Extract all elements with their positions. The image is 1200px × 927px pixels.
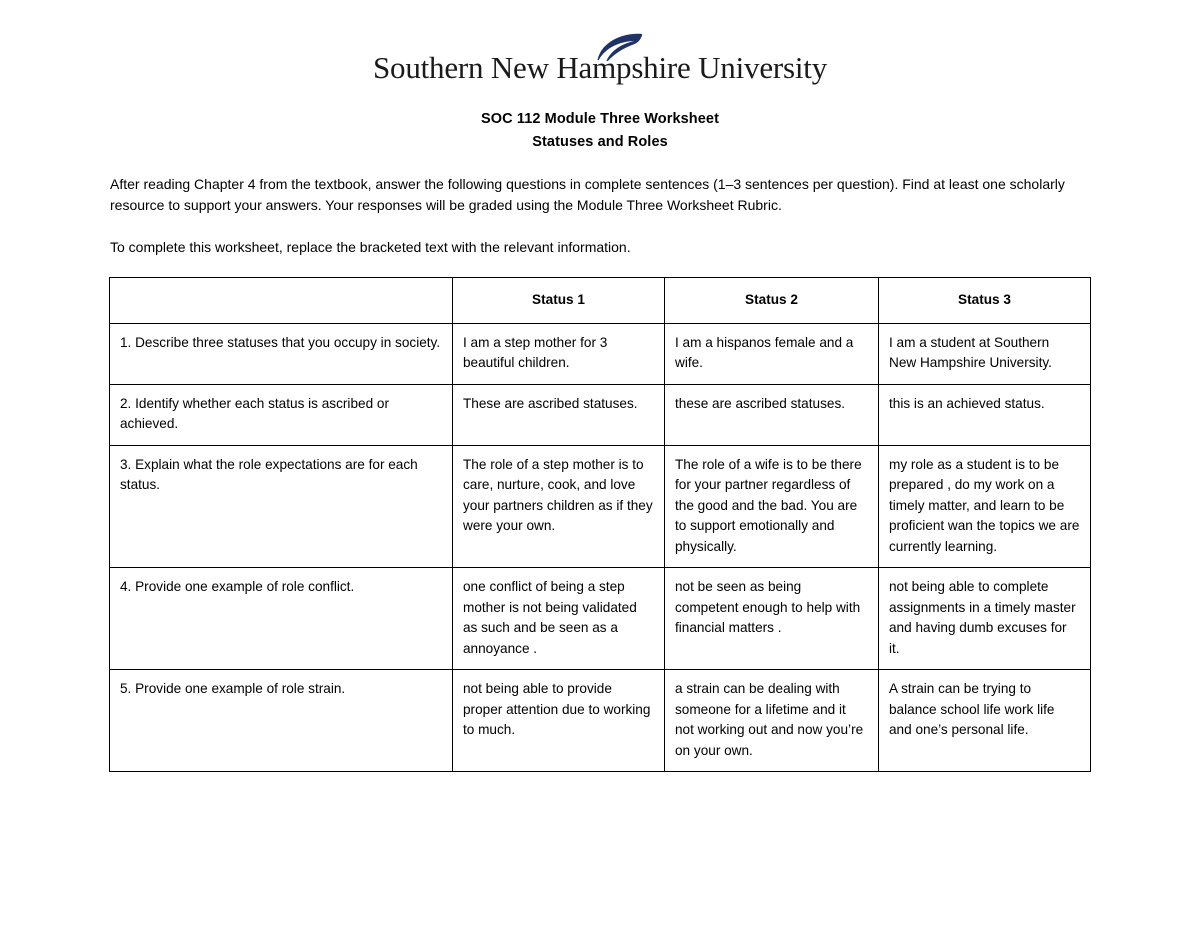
question-cell-5: 5. Provide one example of role strain.: [109, 669, 453, 772]
answer-cell-2-status-3[interactable]: this is an achieved status.: [878, 383, 1091, 446]
question-cell-1: 1. Describe three statuses that you occu…: [109, 322, 453, 385]
answer-cell-4-status-1[interactable]: one conflict of being a step mother is n…: [452, 567, 665, 670]
question-cell-4: 4. Provide one example of role conflict.: [109, 567, 453, 670]
document-page: Southern New Hampshire University SOC 11…: [0, 0, 1200, 927]
table-row: 1. Describe three statuses that you occu…: [109, 322, 1091, 385]
answer-cell-3-status-2[interactable]: The role of a wife is to be there for yo…: [664, 444, 879, 568]
answer-cell-1-status-1[interactable]: I am a step mother for 3 beautiful child…: [452, 322, 665, 385]
worksheet-table-wrap: Status 1 Status 2 Status 3 1. Describe t…: [109, 277, 1091, 772]
answer-cell-3-status-1[interactable]: The role of a step mother is to care, nu…: [452, 444, 665, 568]
table-header-row: Status 1 Status 2 Status 3: [109, 277, 1091, 324]
university-logo-text: Southern New Hampshire University: [372, 50, 827, 85]
logo-wrap: Southern New Hampshire University: [372, 33, 827, 85]
worksheet-table: Status 1 Status 2 Status 3 1. Describe t…: [109, 277, 1091, 772]
answer-cell-3-status-3[interactable]: my role as a student is to be prepared ,…: [878, 444, 1091, 568]
page-title: SOC 112 Module Three Worksheet: [480, 111, 720, 127]
answer-cell-1-status-3[interactable]: I am a student at Southern New Hampshire…: [878, 322, 1091, 385]
table-header-status-2: Status 2: [664, 277, 879, 324]
table-row: 2. Identify whether each status is ascri…: [109, 383, 1091, 446]
intro-paragraph-2: To complete this worksheet, replace the …: [110, 239, 631, 255]
table-row: 3. Explain what the role expectations ar…: [109, 444, 1091, 568]
answer-cell-1-status-2[interactable]: I am a hispanos female and a wife.: [664, 322, 879, 385]
university-logo: Southern New Hampshire University: [0, 33, 1200, 85]
table-header-status-1: Status 1: [452, 277, 665, 324]
question-cell-2: 2. Identify whether each status is ascri…: [109, 383, 453, 446]
answer-cell-5-status-3[interactable]: A strain can be trying to balance school…: [878, 669, 1091, 772]
table-header-status-3: Status 3: [878, 277, 1091, 324]
question-cell-3: 3. Explain what the role expectations ar…: [109, 444, 453, 568]
page-subtitle: Statuses and Roles: [532, 134, 668, 150]
answer-cell-2-status-1[interactable]: These are ascribed statuses.: [452, 383, 665, 446]
table-header-blank: [109, 277, 453, 324]
intro-paragraph-1: After reading Chapter 4 from the textboo…: [110, 176, 1065, 213]
answer-cell-5-status-2[interactable]: a strain can be dealing with someone for…: [664, 669, 879, 772]
answer-cell-4-status-3[interactable]: not being able to complete assignments i…: [878, 567, 1091, 670]
table-row: 5. Provide one example of role strain. n…: [109, 669, 1091, 772]
answer-cell-5-status-1[interactable]: not being able to provide proper attenti…: [452, 669, 665, 772]
answer-cell-2-status-2[interactable]: these are ascribed statuses.: [664, 383, 879, 446]
table-row: 4. Provide one example of role conflict.…: [109, 567, 1091, 670]
answer-cell-4-status-2[interactable]: not be seen as being competent enough to…: [664, 567, 879, 670]
